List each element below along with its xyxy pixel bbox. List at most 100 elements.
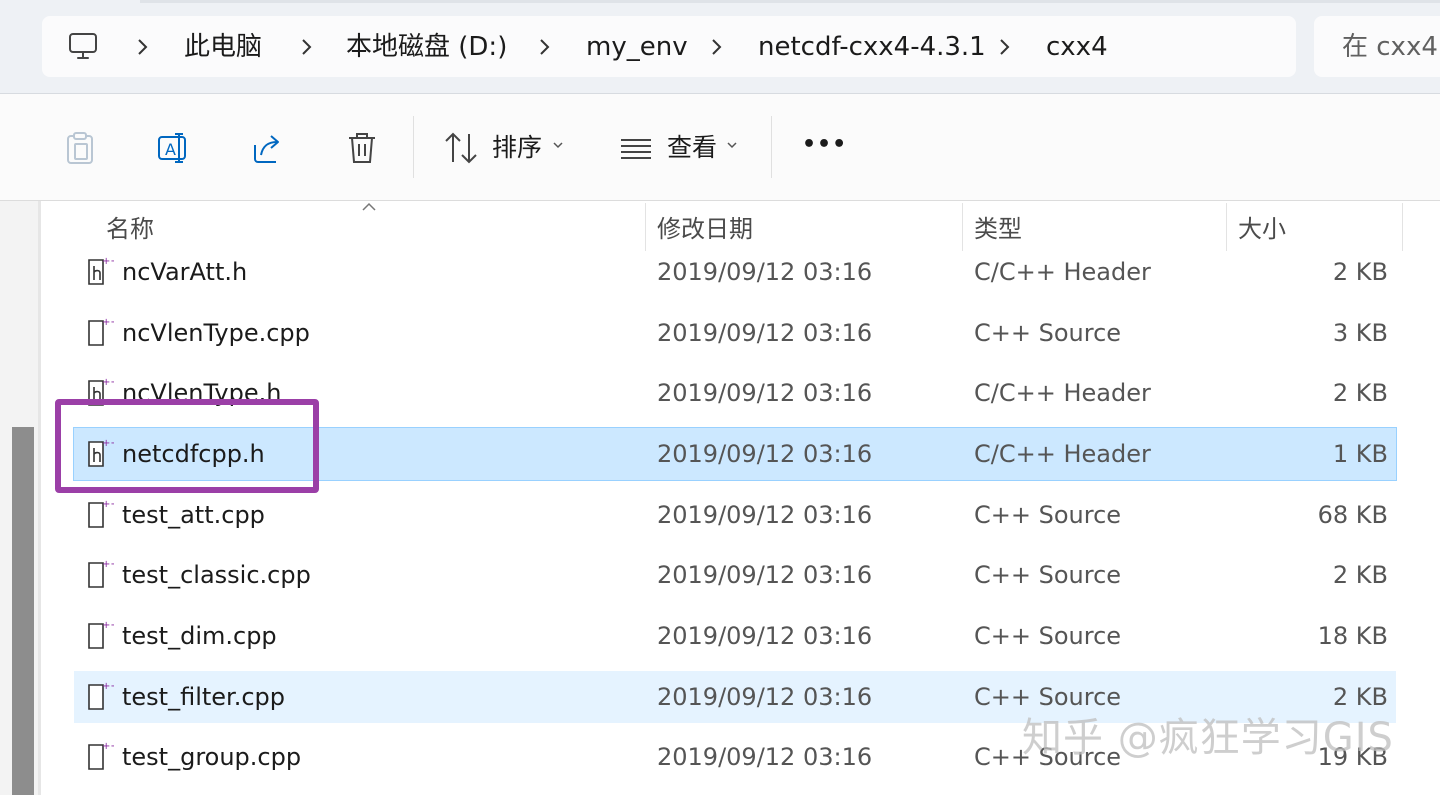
rename-icon: A — [158, 133, 186, 163]
view-button[interactable]: 查看 — [667, 131, 717, 165]
file-name: test_filter.cpp — [122, 682, 286, 711]
cpp-file-icon: ++ — [86, 739, 119, 771]
cpp-file-icon: ++ — [86, 618, 119, 650]
file-size: 1 KB — [1332, 439, 1388, 468]
computer-icon[interactable] — [68, 32, 98, 60]
file-modified-date: 2019/09/12 03:16 — [657, 258, 873, 286]
column-divider[interactable] — [1226, 203, 1227, 251]
address-bar[interactable]: 此电脑 本地磁盘 (D:) my_env netcdf-cxx4-4.3.1 c… — [42, 16, 1296, 77]
sort-icon — [445, 132, 477, 164]
breadcrumb-cxx4[interactable]: cxx4 — [1046, 31, 1108, 63]
column-header-size[interactable]: 大小 — [1238, 213, 1286, 245]
table-row[interactable]: ++ ncVlenType.cpp 2019/09/12 03:16 C++ Sour… — [74, 307, 1396, 359]
file-name: test_classic.cpp — [122, 561, 311, 590]
cpp-file-icon: ++ — [86, 557, 119, 589]
breadcrumb-local-disk[interactable]: 本地磁盘 (D:) — [346, 31, 507, 63]
share-button[interactable] — [250, 130, 286, 166]
cpp-file-icon: ++ — [86, 679, 119, 711]
file-size: 68 KB — [1317, 500, 1388, 529]
svg-text:++: ++ — [102, 499, 114, 510]
command-bar: A 排序 查看 ••• — [0, 94, 1440, 201]
svg-text:++: ++ — [102, 317, 114, 328]
svg-text:A: A — [165, 140, 176, 159]
file-size: 2 KB — [1332, 682, 1388, 711]
file-type: C/C++ Header — [974, 439, 1151, 468]
svg-text:++: ++ — [102, 559, 114, 570]
table-row[interactable]: ++ test_classic.cpp 2019/09/12 03:16 C++ So… — [74, 549, 1396, 601]
navigation-pane — [0, 201, 41, 795]
file-modified-date: 2019/09/12 03:16 — [657, 439, 873, 468]
chevron-down-icon[interactable] — [552, 140, 564, 150]
file-modified-date: 2019/09/12 03:16 — [657, 500, 873, 529]
column-divider[interactable] — [645, 203, 646, 251]
sort-ascending-icon — [362, 202, 376, 211]
trash-icon — [349, 133, 375, 163]
cpp-file-icon: ++ — [86, 315, 119, 347]
highlight-annotation — [55, 399, 319, 493]
paste-button[interactable] — [62, 130, 98, 166]
chevron-right-icon[interactable] — [708, 31, 726, 63]
file-modified-date: 2019/09/12 03:16 — [657, 561, 873, 590]
file-size: 18 KB — [1317, 621, 1388, 650]
table-row[interactable]: ++ ncVarAtt.h 2019/09/12 03:16 C/C++ Header… — [74, 246, 1396, 298]
column-header-type[interactable]: 类型 — [974, 213, 1022, 245]
table-row[interactable]: ++ test_att.cpp 2019/09/12 03:16 C++ Source… — [74, 489, 1396, 541]
more-options-button[interactable]: ••• — [802, 128, 847, 162]
svg-text:++: ++ — [102, 620, 114, 631]
svg-text:++: ++ — [102, 377, 114, 388]
toolbar-divider — [771, 116, 772, 178]
file-type: C++ Source — [974, 318, 1122, 347]
scrollbar-thumb[interactable] — [12, 427, 34, 795]
column-header-modified[interactable]: 修改日期 — [657, 213, 753, 245]
file-modified-date: 2019/09/12 03:16 — [657, 318, 873, 347]
svg-text:++: ++ — [102, 741, 114, 752]
file-modified-date: 2019/09/12 03:16 — [657, 379, 873, 408]
file-type: C/C++ Header — [974, 379, 1151, 408]
chevron-right-icon[interactable] — [134, 31, 152, 63]
file-type: C++ Source — [974, 621, 1122, 650]
file-modified-date: 2019/09/12 03:16 — [657, 682, 873, 711]
column-header-name[interactable]: 名称 — [106, 213, 154, 245]
svg-text:++: ++ — [102, 681, 114, 692]
file-name: test_group.cpp — [122, 743, 302, 772]
chevron-right-icon[interactable] — [298, 31, 316, 63]
clipboard-icon — [67, 132, 93, 164]
column-divider[interactable] — [962, 203, 963, 251]
chevron-right-icon[interactable] — [536, 31, 554, 63]
search-box[interactable]: 在 cxx4 — [1314, 16, 1440, 77]
toolbar-divider — [413, 116, 414, 178]
address-bar-area: 此电脑 本地磁盘 (D:) my_env netcdf-cxx4-4.3.1 c… — [0, 0, 1440, 94]
file-name: test_att.cpp — [122, 500, 265, 529]
file-type: C++ Source — [974, 682, 1122, 711]
file-size: 2 KB — [1332, 561, 1388, 590]
file-size: 3 KB — [1332, 318, 1388, 347]
header-file-icon: ++ — [86, 254, 119, 286]
sort-button[interactable]: 排序 — [492, 131, 542, 165]
file-type: C/C++ Header — [974, 258, 1151, 286]
breadcrumb-my-env[interactable]: my_env — [586, 31, 688, 63]
breadcrumb-this-pc[interactable]: 此电脑 — [184, 31, 262, 63]
file-modified-date: 2019/09/12 03:16 — [657, 621, 873, 650]
file-name: test_dim.cpp — [122, 621, 277, 650]
share-icon — [254, 135, 279, 163]
file-size: 2 KB — [1332, 258, 1388, 286]
file-modified-date: 2019/09/12 03:16 — [657, 743, 873, 772]
cpp-file-icon: ++ — [86, 497, 119, 529]
list-view-icon — [621, 139, 651, 159]
file-type: C++ Source — [974, 500, 1122, 529]
pane-divider[interactable] — [38, 201, 41, 795]
chevron-right-icon[interactable] — [996, 31, 1014, 63]
file-name: ncVlenType.cpp — [122, 318, 310, 347]
breadcrumb-netcdf[interactable]: netcdf-cxx4-4.3.1 — [758, 31, 986, 63]
table-row[interactable]: ++ test_dim.cpp 2019/09/12 03:16 C++ Source… — [74, 610, 1396, 662]
svg-text:++: ++ — [102, 256, 114, 267]
window-top-edge — [140, 0, 1440, 3]
rename-button[interactable]: A — [156, 130, 192, 166]
file-name: ncVarAtt.h — [122, 258, 248, 286]
delete-button[interactable] — [344, 130, 380, 166]
chevron-down-icon[interactable] — [726, 140, 738, 150]
view-icon-button[interactable] — [618, 130, 654, 166]
sort-icon-button[interactable] — [443, 130, 479, 166]
file-type: C++ Source — [974, 561, 1122, 590]
column-divider[interactable] — [1402, 203, 1403, 251]
